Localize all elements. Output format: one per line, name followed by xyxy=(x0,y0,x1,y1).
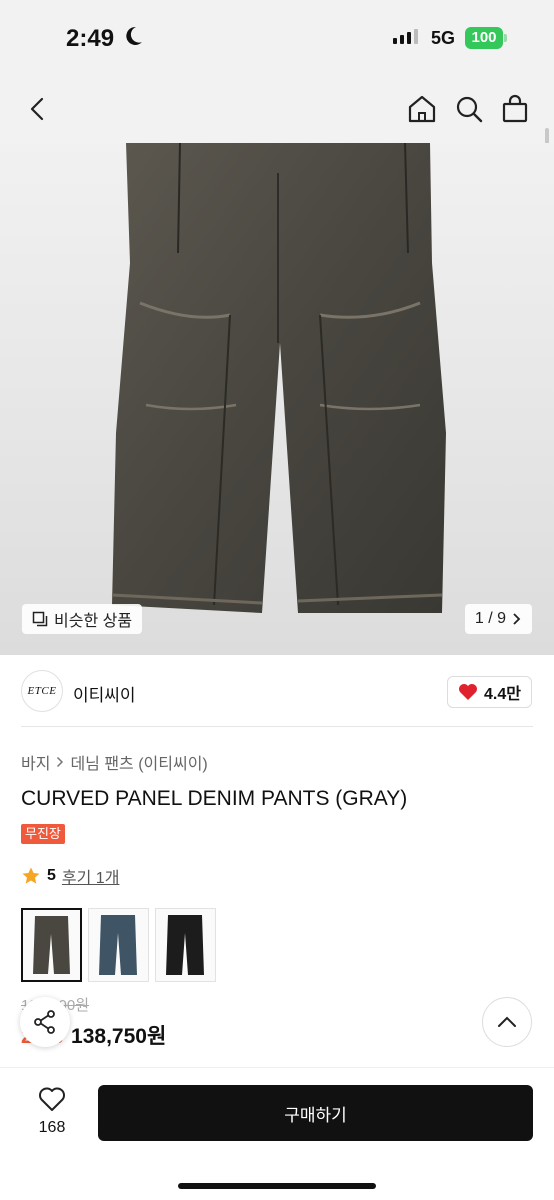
variant-thumbnails xyxy=(21,908,216,982)
search-icon[interactable] xyxy=(453,93,485,125)
similar-products-icon xyxy=(32,611,48,627)
share-button[interactable] xyxy=(20,997,70,1047)
heart-outline-icon xyxy=(39,1087,65,1111)
star-icon xyxy=(22,867,40,884)
back-icon[interactable] xyxy=(24,95,52,123)
divider xyxy=(21,726,533,727)
chevron-up-icon xyxy=(498,1016,516,1027)
rating-row: 5 후기 1개 xyxy=(21,864,119,888)
similar-products-label: 비슷한 상품 xyxy=(54,613,133,630)
top-nav xyxy=(0,75,554,143)
moon-icon xyxy=(126,26,142,45)
wishlist-button[interactable]: 168 xyxy=(24,1086,80,1137)
network-type: 5G xyxy=(431,28,456,48)
promo-badge: 무진장 xyxy=(21,824,65,844)
variant-image xyxy=(166,915,204,975)
home-icon[interactable] xyxy=(406,93,438,125)
cellular-signal-icon xyxy=(393,29,418,44)
variant-image xyxy=(99,915,137,975)
scroll-top-button[interactable] xyxy=(482,997,532,1047)
product-image xyxy=(111,143,446,613)
breadcrumb: 바지 데님 팬츠 (이티씨이) xyxy=(21,750,208,774)
brand-like-button[interactable]: 4.4만 xyxy=(447,676,532,708)
brand-name[interactable]: 이티씨이 xyxy=(73,681,136,706)
variant-thumb-blue[interactable] xyxy=(88,908,149,982)
home-indicator xyxy=(178,1183,376,1189)
breadcrumb-subcategory[interactable]: 데님 팬츠 (이티씨이) xyxy=(70,750,207,774)
brand-row: ETCE 이티씨이 4.4만 xyxy=(0,655,554,727)
variant-thumb-black[interactable] xyxy=(155,908,216,982)
heart-icon xyxy=(459,684,478,700)
brand-logo-text: ETCE xyxy=(27,685,57,697)
status-time: 2:49 xyxy=(66,25,115,52)
shopping-bag-icon[interactable] xyxy=(499,93,531,125)
chevron-right-icon xyxy=(57,756,64,768)
review-count-link[interactable]: 후기 1개 xyxy=(62,864,120,888)
image-pager[interactable]: 1 / 9 xyxy=(464,604,532,634)
buy-button[interactable]: 구매하기 xyxy=(98,1085,533,1141)
brand-like-count: 4.4만 xyxy=(484,686,521,703)
sale-price: 138,750원 xyxy=(71,1025,167,1048)
rating-score: 5 xyxy=(47,867,56,884)
share-icon xyxy=(34,1010,55,1034)
image-pager-text: 1 / 9 xyxy=(474,610,506,627)
product-title: CURVED PANEL DENIM PANTS (GRAY) xyxy=(21,787,408,810)
battery-icon: 100 xyxy=(465,27,503,49)
product-image-gallery[interactable]: 비슷한 상품 1 / 9 xyxy=(0,143,554,655)
wishlist-count: 168 xyxy=(38,1119,66,1136)
variant-image xyxy=(33,916,70,974)
similar-products-button[interactable]: 비슷한 상품 xyxy=(22,604,143,634)
chevron-right-icon xyxy=(513,613,521,625)
brand-logo[interactable]: ETCE xyxy=(21,670,63,712)
variant-thumb-gray[interactable] xyxy=(21,908,82,982)
battery-tip xyxy=(504,34,507,42)
breadcrumb-category[interactable]: 바지 xyxy=(21,750,50,774)
bottom-action-bar: 168 구매하기 xyxy=(0,1067,554,1200)
status-bar: 2:49 5G 100 xyxy=(0,0,554,75)
